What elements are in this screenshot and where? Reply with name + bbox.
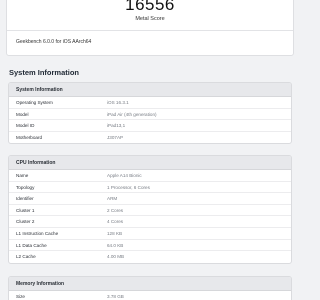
- table-row: L1 Instruction Cache 128 KB: [9, 228, 291, 240]
- table-row: Size 3.78 GB: [9, 291, 291, 300]
- system-information-card: System Information Operating System iOS …: [8, 82, 292, 145]
- table-row: Operating System iOS 16.3.1: [9, 97, 291, 109]
- row-value: 2 Cores: [107, 207, 124, 213]
- table-row: Name Apple A14 Bionic: [9, 170, 291, 182]
- table-row: L1 Data Cache 64.0 KB: [9, 240, 291, 252]
- memory-information-card: Memory Information Size 3.78 GB: [8, 276, 292, 300]
- score-card: 16556 Metal Score Geekbench 6.0.0 for iO…: [6, 0, 294, 56]
- row-key: Model: [16, 111, 29, 117]
- row-key: Cluster 1: [16, 207, 35, 213]
- row-value: ARM: [107, 196, 118, 202]
- card-header: System Information: [9, 83, 291, 97]
- section-title: System Information: [9, 68, 80, 77]
- row-key: Motherboard: [16, 134, 43, 140]
- row-key: Cluster 2: [16, 219, 35, 225]
- row-value: iOS 16.3.1: [107, 100, 129, 105]
- row-key: Topology: [16, 184, 35, 190]
- row-key: Size: [16, 294, 25, 299]
- cpu-information-card: CPU Information Name Apple A14 Bionic To…: [8, 155, 292, 264]
- card-header: CPU Information: [9, 156, 291, 170]
- table-row: Model iPad Air (4th generation): [9, 109, 291, 121]
- table-row: Cluster 2 4 Cores: [9, 216, 291, 228]
- table-row: Cluster 1 2 Cores: [9, 205, 291, 217]
- table-row: Identifier ARM: [9, 193, 291, 205]
- card-header: Memory Information: [9, 277, 291, 291]
- table-row: Topology 1 Processor, 6 Cores: [9, 182, 291, 194]
- row-value: 3.78 GB: [107, 294, 124, 299]
- metal-score-value: 16556: [125, 0, 175, 14]
- metal-score-label: Metal Score: [135, 16, 165, 22]
- row-value: iPad13,1: [107, 123, 126, 129]
- row-value: 64.0 KB: [107, 242, 124, 248]
- row-key: Identifier: [16, 196, 34, 202]
- row-value: 1 Processor, 6 Cores: [107, 184, 150, 190]
- row-key: Model ID: [16, 123, 35, 129]
- table-row: L2 Cache 4.00 MB: [9, 251, 291, 263]
- row-key: Operating System: [16, 100, 53, 105]
- row-value: 4 Cores: [107, 219, 124, 225]
- divider: [7, 30, 293, 31]
- row-value: 128 KB: [107, 230, 123, 236]
- row-value: 4.00 MB: [107, 254, 125, 260]
- row-key: L1 Instruction Cache: [16, 230, 59, 236]
- row-key: L1 Data Cache: [16, 242, 47, 248]
- table-row: Motherboard J307AP: [9, 132, 291, 144]
- table-row: Model ID iPad13,1: [9, 120, 291, 132]
- row-value: Apple A14 Bionic: [107, 173, 142, 178]
- row-key: L2 Cache: [16, 254, 36, 260]
- row-value: J307AP: [107, 134, 124, 140]
- row-key: Name: [16, 173, 29, 178]
- geekbench-version: Geekbench 6.0.0 for iOS AArch64: [16, 39, 92, 45]
- row-value: iPad Air (4th generation): [107, 111, 157, 117]
